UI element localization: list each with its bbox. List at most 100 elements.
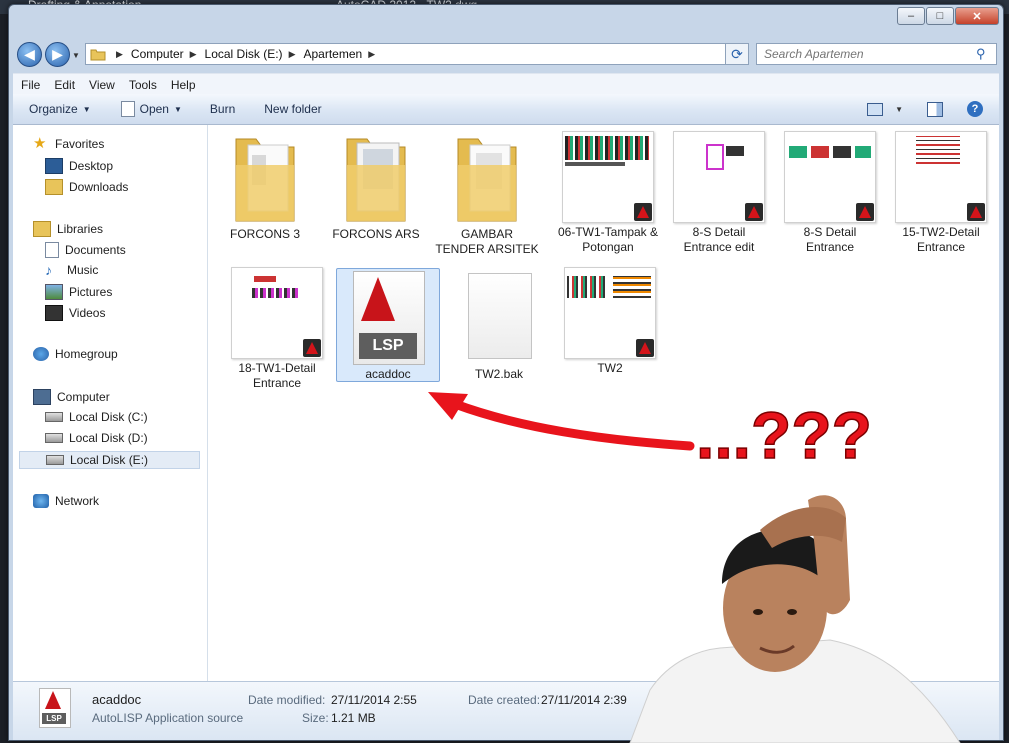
dwg-thumbnail (231, 267, 323, 359)
file-name: 8-S Detail Entrance edit (683, 225, 755, 254)
open-label: Open (139, 102, 169, 116)
nav-network[interactable]: Network (33, 494, 99, 508)
menu-edit[interactable]: Edit (54, 78, 75, 92)
close-button[interactable]: ✕ (955, 7, 999, 25)
file-name: 18-TW1-Detail Entrance (238, 361, 316, 390)
videos-icon (45, 305, 63, 321)
menu-view[interactable]: View (89, 78, 115, 92)
file-name: FORCONS ARS (332, 227, 420, 241)
nav-disk-d[interactable]: Local Disk (D:) (45, 431, 148, 445)
file-item[interactable]: 8-S Detail Entrance edit (667, 131, 771, 255)
star-icon: ★ (33, 135, 47, 152)
file-item[interactable]: 8-S Detail Entrance (778, 131, 882, 255)
file-name: TW2 (597, 361, 623, 375)
document-icon (120, 101, 135, 117)
search-input[interactable] (762, 46, 976, 62)
desktop-icon (45, 158, 63, 174)
recent-pages-icon[interactable]: ▼ (72, 51, 80, 60)
file-name: 06-TW1-Tampak & Potongan (557, 225, 659, 254)
nav-favorites[interactable]: ★ Favorites (33, 135, 104, 152)
dwg-thumbnail (562, 131, 654, 223)
chevron-right-icon: ▶ (189, 48, 197, 59)
dwg-thumbnail (784, 131, 876, 223)
burn-button[interactable]: Burn (210, 102, 235, 116)
forward-button[interactable]: ▶ (45, 42, 70, 67)
computer-icon (33, 389, 51, 405)
file-item[interactable]: FORCONS ARS (324, 131, 428, 242)
lsp-file-icon: LSP (39, 688, 71, 728)
file-item[interactable]: FORCONS 3 (213, 131, 317, 242)
file-item[interactable]: GAMBAR TENDER ARSITEK (435, 131, 539, 257)
file-item-selected[interactable]: LSP acaddoc (336, 271, 440, 382)
nav-label: Music (67, 263, 99, 277)
libraries-icon (33, 221, 51, 237)
dwg-thumbnail (564, 267, 656, 359)
nav-computer[interactable]: Computer (33, 389, 110, 405)
drive-icon (45, 412, 63, 422)
homegroup-icon (33, 347, 49, 361)
dwg-thumbnail (673, 131, 765, 223)
nav-disk-c[interactable]: Local Disk (C:) (45, 410, 148, 424)
back-button[interactable]: ◀ (17, 42, 42, 67)
nav-homegroup[interactable]: Homegroup (33, 347, 118, 361)
breadcrumb-apartemen[interactable]: Apartemen (303, 47, 362, 61)
new-folder-button[interactable]: New folder (264, 102, 321, 116)
file-name: TW2.bak (474, 367, 523, 381)
file-item[interactable]: TW2 (558, 267, 662, 376)
network-icon (33, 494, 49, 508)
nav-videos[interactable]: Videos (45, 305, 105, 321)
file-item[interactable]: TW2.bak (447, 271, 551, 382)
address-row: ◀ ▶ ▼ ▶ Computer ▶ Local Disk (E:) ▶ Apa… (9, 39, 1003, 71)
autocad-icon (636, 339, 654, 357)
chevron-right-icon: ▶ (368, 48, 376, 59)
date-modified-value: 27/11/2014 2:55 (331, 693, 417, 707)
organize-button[interactable]: Organize ▼ (29, 102, 91, 116)
folder-icon (90, 49, 106, 61)
minimize-button[interactable]: – (897, 7, 925, 25)
folder-icon (457, 138, 517, 222)
address-bar[interactable]: ▶ Computer ▶ Local Disk (E:) ▶ Apartemen… (85, 43, 747, 65)
nav-music[interactable]: ♪ Music (45, 263, 98, 277)
nav-label: Local Disk (C:) (69, 410, 148, 424)
nav-disk-e[interactable]: Local Disk (E:) (19, 451, 200, 469)
window-controls: – □ ✕ (897, 7, 999, 25)
search-icon[interactable]: ⚲ (976, 46, 986, 62)
details-pane: LSP acaddoc AutoLISP Application source … (13, 681, 999, 740)
refresh-button[interactable]: ⟳ (725, 43, 749, 65)
drive-icon (45, 433, 63, 443)
drive-icon (46, 455, 64, 465)
menu-help[interactable]: Help (171, 78, 196, 92)
date-created-value: 27/11/2014 2:39 (541, 693, 627, 707)
maximize-button[interactable]: □ (926, 7, 954, 25)
chevron-down-icon: ▼ (173, 104, 182, 114)
nav-label: Videos (69, 306, 106, 320)
menu-file[interactable]: File (21, 78, 40, 92)
nav-libraries[interactable]: Libraries (33, 221, 103, 237)
date-modified-label: Date modified: (248, 693, 326, 707)
nav-documents[interactable]: Documents (45, 242, 126, 258)
breadcrumb-computer[interactable]: Computer (131, 47, 184, 61)
help-icon[interactable]: ? (967, 101, 983, 117)
nav-label: Local Disk (D:) (69, 431, 148, 445)
autocad-icon (303, 339, 321, 357)
nav-desktop[interactable]: Desktop (45, 158, 113, 174)
view-dropdown-icon[interactable]: ▼ (895, 105, 903, 114)
command-bar: Organize ▼ Open ▼ Burn New folder ▼ ? (13, 94, 999, 125)
menu-tools[interactable]: Tools (129, 78, 157, 92)
search-box: ⚲ (756, 43, 997, 65)
music-icon: ♪ (45, 262, 52, 278)
breadcrumb-disk-e[interactable]: Local Disk (E:) (205, 47, 283, 61)
autocad-icon (967, 203, 985, 221)
change-view-icon[interactable] (867, 102, 884, 116)
details-file-name: acaddoc (92, 692, 142, 707)
file-item[interactable]: 06-TW1-Tampak & Potongan (556, 131, 660, 255)
preview-pane-icon[interactable] (927, 101, 943, 117)
nav-pictures[interactable]: Pictures (45, 284, 112, 300)
nav-label: Downloads (69, 180, 129, 194)
nav-downloads[interactable]: Downloads (45, 179, 128, 195)
open-button[interactable]: Open ▼ (120, 101, 182, 117)
autocad-icon (856, 203, 874, 221)
file-item[interactable]: 15-TW2-Detail Entrance (889, 131, 993, 255)
folder-icon (346, 138, 406, 222)
file-item[interactable]: 18-TW1-Detail Entrance (225, 267, 329, 391)
